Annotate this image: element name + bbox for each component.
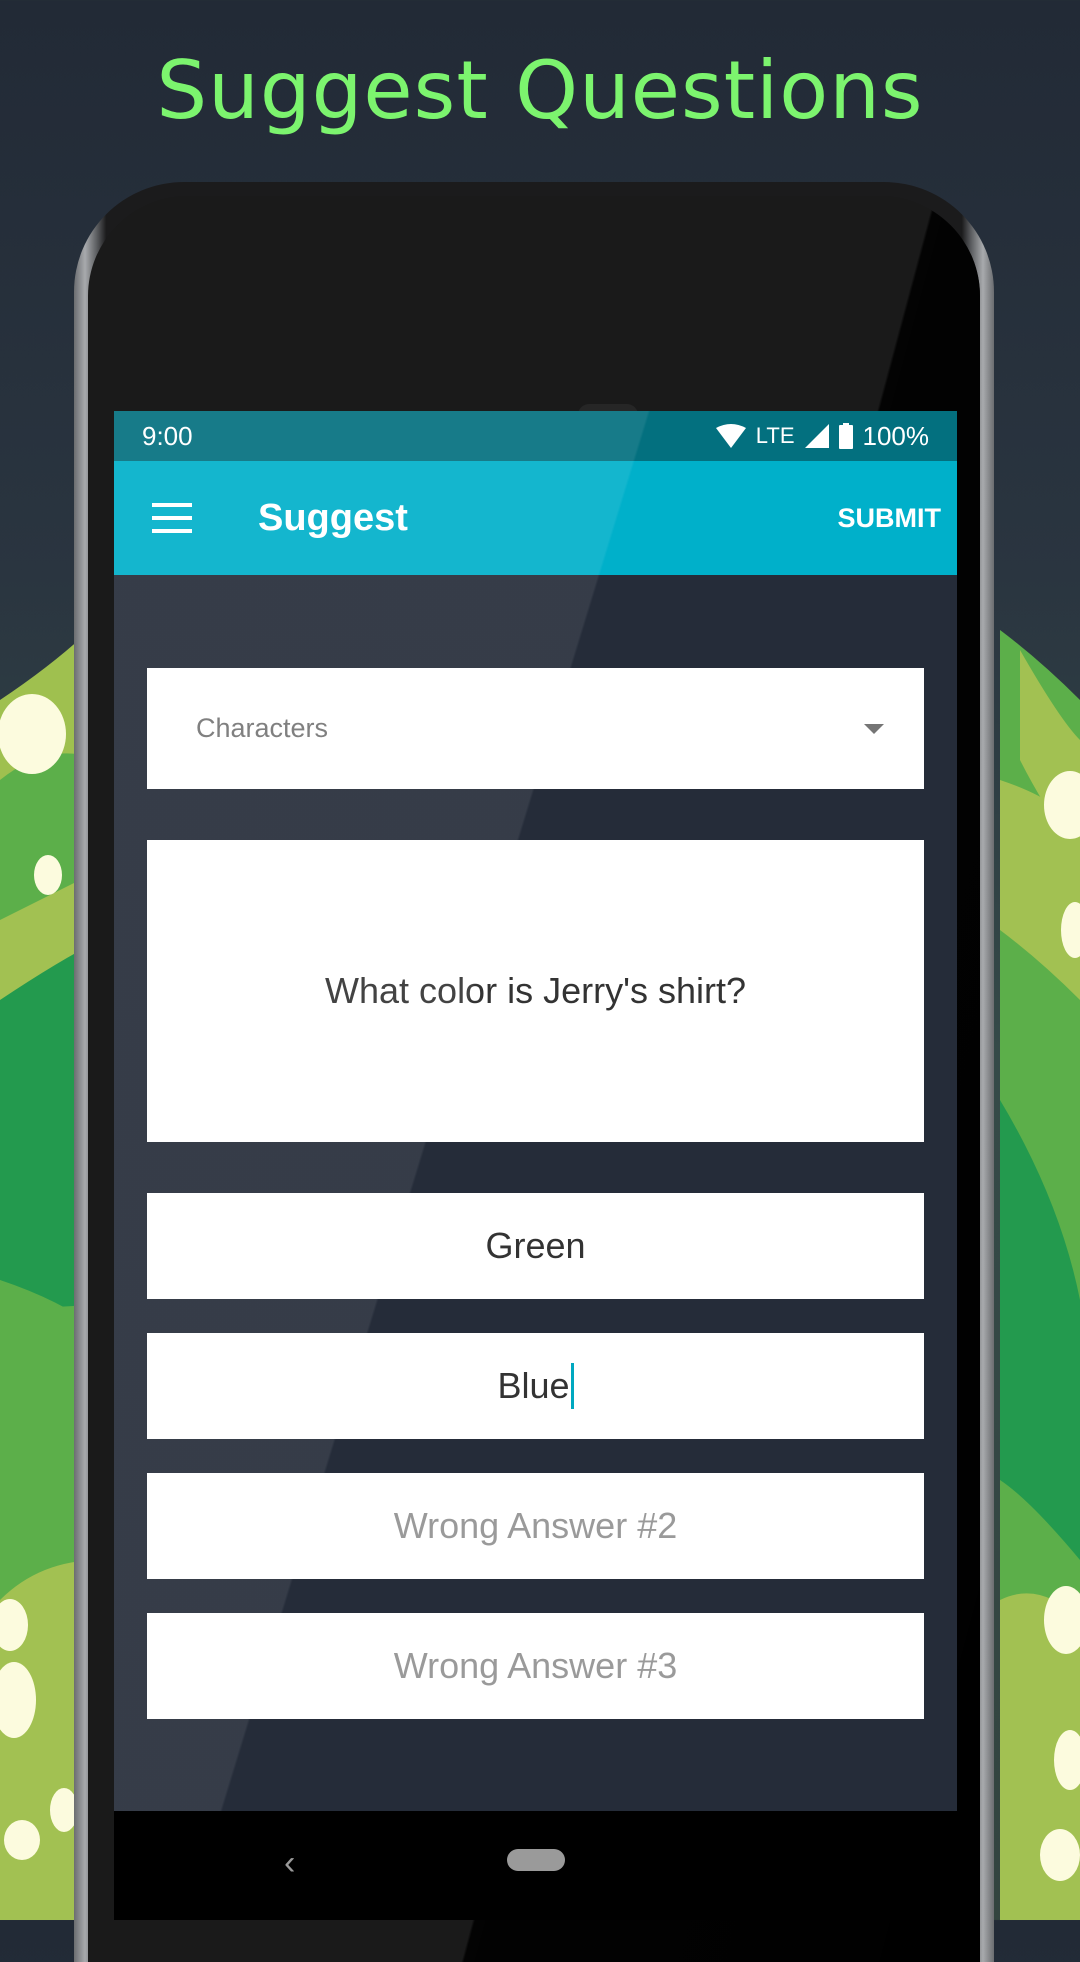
network-type: LTE [755, 423, 795, 448]
category-dropdown[interactable]: Characters [147, 668, 924, 789]
wrong-answer-3-placeholder: Wrong Answer #3 [393, 1645, 678, 1686]
question-input[interactable]: What color is Jerry's shirt? [147, 840, 924, 1142]
wrong-answer-2-input[interactable]: Wrong Answer #2 [147, 1473, 924, 1579]
signal-icon [804, 424, 829, 448]
app-bar: Suggest SUBMIT [114, 461, 957, 575]
correct-answer-value: Green [485, 1225, 586, 1266]
text-cursor [570, 1363, 574, 1409]
submit-button[interactable]: SUBMIT [838, 503, 942, 534]
battery-icon [838, 423, 853, 449]
status-icons: LTE 100% [715, 420, 930, 452]
app-screen: 9:00 LTE 100% Suggest SUBMIT Characters … [114, 411, 957, 1811]
home-pill-icon[interactable] [507, 1849, 565, 1871]
headline: Suggest Questions [156, 44, 924, 137]
correct-answer-input[interactable]: Green [147, 1193, 924, 1299]
back-icon[interactable]: ‹ [284, 1844, 295, 1883]
wrong-answer-3-input[interactable]: Wrong Answer #3 [147, 1613, 924, 1719]
status-bar: 9:00 LTE 100% [114, 411, 957, 461]
hamburger-menu-icon[interactable] [152, 503, 192, 533]
wifi-icon [715, 424, 746, 448]
wrong-answer-1-value: Blue [497, 1365, 570, 1406]
battery-percent: 100% [862, 420, 930, 451]
dropdown-caret-icon [864, 724, 884, 734]
category-selected: Characters [196, 713, 329, 743]
navigation-bar: ‹ [114, 1811, 957, 1920]
wrong-answer-1-input[interactable]: Blue [147, 1333, 924, 1439]
status-time: 9:00 [142, 420, 193, 451]
wrong-answer-2-placeholder: Wrong Answer #2 [393, 1505, 678, 1546]
app-title: Suggest [258, 496, 408, 539]
